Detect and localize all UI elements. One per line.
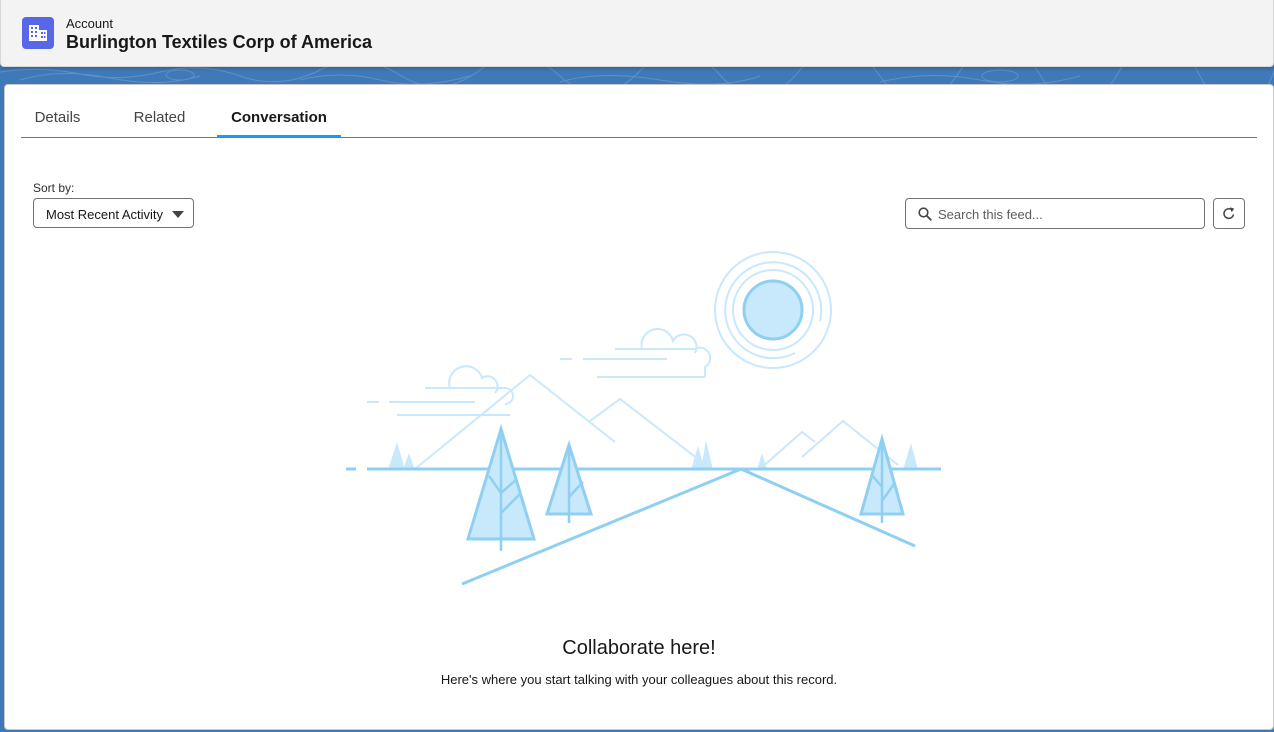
empty-state-message: Here's where you start talking with your… — [440, 672, 838, 687]
tab-conversation[interactable]: Conversation — [217, 101, 341, 138]
refresh-button[interactable] — [1213, 198, 1245, 229]
empty-state-title: Collaborate here! — [562, 637, 716, 659]
tab-bar: Details Related Conversation — [21, 101, 1257, 138]
tab-related[interactable]: Related — [117, 101, 202, 136]
feed-search[interactable] — [905, 198, 1205, 229]
refresh-icon — [1223, 207, 1235, 220]
record-tabs-card: Details Related Conversation Sort by: Mo… — [4, 84, 1274, 730]
record-title: Burlington Textiles Corp of America — [66, 32, 373, 52]
search-icon — [918, 207, 932, 221]
sort-dropdown[interactable]: Most Recent Activity — [33, 198, 194, 228]
search-input[interactable] — [936, 203, 1200, 226]
sort-label: Sort by: — [33, 181, 75, 195]
tab-details[interactable]: Details — [21, 101, 94, 136]
building-icon — [22, 17, 54, 49]
empty-feed-illustration — [346, 251, 941, 585]
record-header: Account Burlington Textiles Corp of Amer… — [0, 0, 1274, 67]
caret-down-icon — [172, 211, 184, 218]
sort-value: Most Recent Activity — [46, 207, 164, 222]
object-type-label: Account — [66, 16, 113, 31]
